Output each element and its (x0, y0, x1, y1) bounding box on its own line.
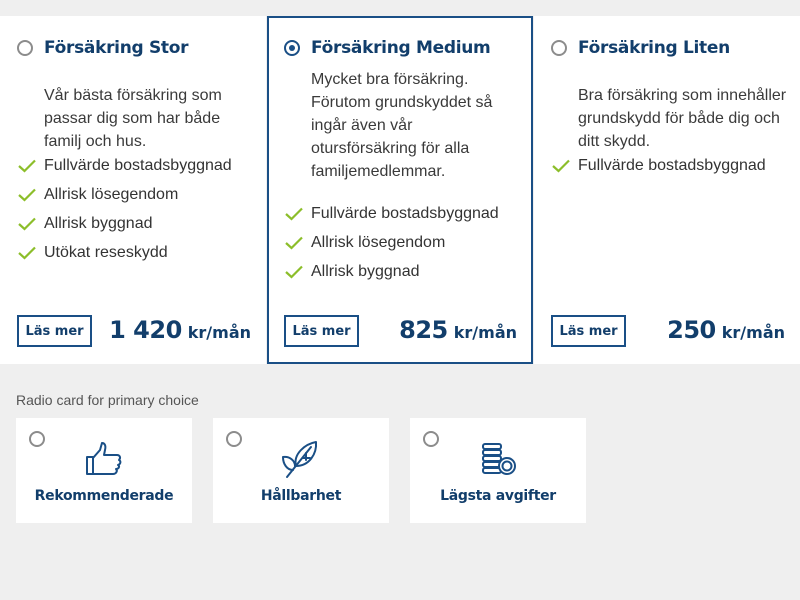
price: 1 420 kr/mån (109, 316, 251, 344)
price-amount: 825 (399, 316, 448, 344)
check-icon (285, 265, 303, 279)
choice-card-hallbarhet[interactable]: Hållbarhet (213, 418, 389, 523)
feature-list: Fullvärde bostadsbyggnad (550, 157, 766, 186)
card-forsakring-medium[interactable]: Försäkring Medium Mycket bra försäkring.… (267, 16, 533, 364)
feature-item: Allrisk lösegendom (283, 234, 499, 263)
card-description: Mycket bra försäkring. Förutom grundskyd… (311, 71, 493, 180)
card-description: Bra försäkring som innehåller grundskydd… (578, 87, 787, 150)
card-title: Försäkring Medium (311, 38, 491, 58)
feature-item: Allrisk byggnad (283, 263, 499, 292)
card-forsakring-liten[interactable]: Försäkring Liten Bra försäkring som inne… (534, 16, 800, 364)
feature-label: Allrisk byggnad (311, 263, 420, 280)
radio-rekommenderade[interactable] (29, 431, 45, 447)
feature-item: Fullvärde bostadsbyggnad (283, 205, 499, 234)
check-icon (285, 207, 303, 221)
card-description: Vår bästa försäkring som passar dig som … (44, 87, 222, 150)
coins-icon (482, 443, 516, 475)
choice-label: Rekommenderade (34, 488, 174, 504)
insurance-cards: Försäkring Stor Vår bästa försäkring som… (0, 16, 800, 364)
check-icon (285, 236, 303, 250)
read-more-button[interactable]: Läs mer (17, 315, 92, 347)
feature-list: Fullvärde bostadsbyggnad Allrisk lösegen… (283, 205, 499, 292)
radio-hallbarhet[interactable] (226, 431, 242, 447)
feature-label: Fullvärde bostadsbyggnad (44, 157, 232, 174)
feature-label: Fullvärde bostadsbyggnad (311, 205, 499, 222)
price-amount: 250 (667, 316, 716, 344)
check-icon (552, 159, 570, 173)
radio-forsakring-stor[interactable] (17, 40, 33, 56)
read-more-button[interactable]: Läs mer (284, 315, 359, 347)
choice-label: Hållbarhet (260, 488, 342, 504)
section-label: Radio card for primary choice (16, 392, 199, 408)
price-unit: kr/mån (187, 323, 251, 342)
leaf-icon (282, 441, 318, 478)
feature-item: Fullvärde bostadsbyggnad (16, 157, 232, 186)
read-more-button[interactable]: Läs mer (551, 315, 626, 347)
check-icon (18, 246, 36, 260)
feature-label: Utökat reseskydd (44, 244, 168, 261)
choice-card-lagsta-avgifter[interactable]: Lägsta avgifter (410, 418, 586, 523)
feature-item: Allrisk lösegendom (16, 186, 232, 215)
card-title: Försäkring Stor (44, 38, 189, 58)
feature-item: Fullvärde bostadsbyggnad (550, 157, 766, 186)
price: 825 kr/mån (399, 316, 517, 344)
price-amount: 1 420 (109, 316, 182, 344)
card-forsakring-stor[interactable]: Försäkring Stor Vår bästa försäkring som… (0, 16, 266, 364)
card-title: Försäkring Liten (578, 38, 730, 58)
feature-label: Fullvärde bostadsbyggnad (578, 157, 766, 174)
feature-list: Fullvärde bostadsbyggnad Allrisk lösegen… (16, 157, 232, 273)
check-icon (18, 159, 36, 173)
feature-item: Utökat reseskydd (16, 244, 232, 273)
price: 250 kr/mån (667, 316, 785, 344)
radio-forsakring-liten[interactable] (551, 40, 567, 56)
check-icon (18, 188, 36, 202)
thumbs-up-icon (86, 442, 122, 475)
feature-label: Allrisk lösegendom (44, 186, 179, 203)
choice-label: Lägsta avgifter (440, 488, 556, 504)
feature-label: Allrisk byggnad (44, 215, 153, 232)
feature-item: Allrisk byggnad (16, 215, 232, 244)
price-unit: kr/mån (453, 323, 517, 342)
radio-lagsta-avgifter[interactable] (423, 431, 439, 447)
radio-forsakring-medium[interactable] (284, 40, 300, 56)
check-icon (18, 217, 36, 231)
price-unit: kr/mån (721, 323, 785, 342)
feature-label: Allrisk lösegendom (311, 234, 446, 251)
choice-card-rekommenderade[interactable]: Rekommenderade (16, 418, 192, 523)
